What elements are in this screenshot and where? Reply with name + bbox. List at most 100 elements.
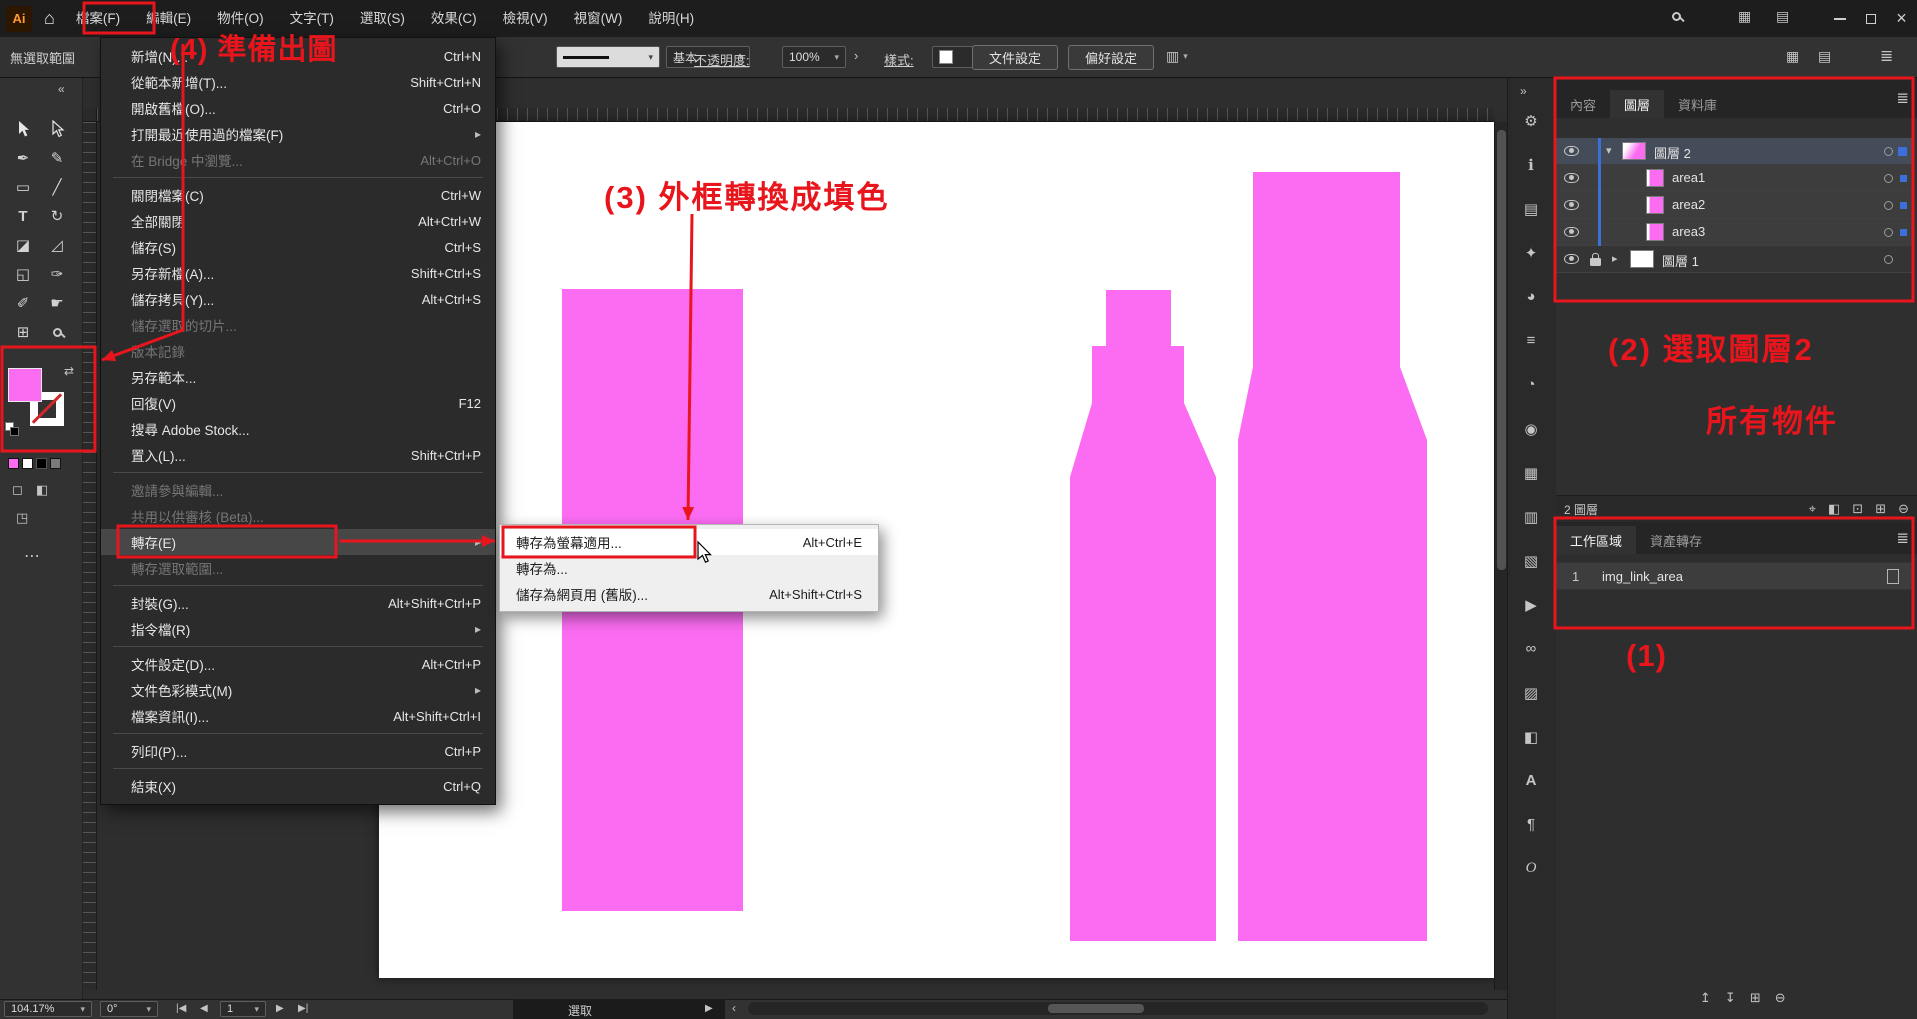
eraser-tool[interactable]: ◪ xyxy=(8,232,38,258)
menu-item-export[interactable]: 轉存(E)▸ xyxy=(101,529,495,555)
menubar-item-select[interactable]: 選取(S) xyxy=(347,0,418,37)
draw-normal-mode-icon[interactable]: ◻ xyxy=(12,482,23,498)
submenu-item-export-as[interactable]: 轉存為... xyxy=(500,555,878,581)
arrange-documents-icon[interactable]: ▦ xyxy=(1738,8,1751,25)
preferences-button[interactable]: 偏好設定 xyxy=(1068,45,1154,70)
artboard-name[interactable]: img_link_area xyxy=(1602,569,1683,584)
grid-view-icon[interactable]: ▦ xyxy=(1786,48,1799,65)
menu-item-place[interactable]: 置入(L)...Shift+Ctrl+P xyxy=(101,442,495,468)
opacity-label[interactable]: 不透明度: xyxy=(694,50,750,69)
horizontal-scrollbar-thumb[interactable] xyxy=(1048,1004,1144,1013)
workspace-switcher-icon[interactable]: ▤ xyxy=(1776,8,1789,25)
ruler-corner[interactable] xyxy=(83,108,97,122)
panel-menu-icon[interactable]: ≣ xyxy=(1896,89,1909,107)
object-thumbnail[interactable] xyxy=(1646,169,1664,187)
shape-builder-tool[interactable]: ◱ xyxy=(8,261,38,287)
object-name[interactable]: area3 xyxy=(1672,224,1705,239)
menu-item-close-all[interactable]: 全部關閉Alt+Ctrl+W xyxy=(101,208,495,234)
artboards-icon[interactable]: ◧ xyxy=(1518,728,1544,746)
mini-swatch-magenta[interactable] xyxy=(8,458,19,469)
transparency-icon[interactable]: ◔ xyxy=(1518,376,1544,393)
visibility-eye-icon[interactable] xyxy=(1564,146,1579,156)
menu-item-save-a-copy[interactable]: 儲存拷貝(Y)...Alt+Ctrl+S xyxy=(101,286,495,312)
zoom-tool[interactable] xyxy=(42,319,72,345)
target-circle-icon[interactable] xyxy=(1884,201,1893,210)
selection-indicator[interactable] xyxy=(1900,202,1907,209)
gradient-icon[interactable]: ◉ xyxy=(1518,420,1544,438)
object-thumbnail[interactable] xyxy=(1646,223,1664,241)
previous-artboard-icon[interactable]: ◀ xyxy=(200,1003,208,1014)
edit-toolbar-icon[interactable]: ⋯ xyxy=(24,546,40,566)
visibility-eye-icon[interactable] xyxy=(1564,254,1579,264)
character-icon[interactable]: A xyxy=(1518,772,1544,789)
paintbrush-tool[interactable]: ✐ xyxy=(8,290,38,316)
align-panel-combo[interactable]: ▥ ▾ xyxy=(1166,48,1188,65)
target-circle-icon[interactable] xyxy=(1884,255,1893,264)
menu-item-print[interactable]: 列印(P)...Ctrl+P xyxy=(101,738,495,764)
layer-row-area2[interactable]: area2 xyxy=(1556,192,1913,219)
menu-item-save-as[interactable]: 另存新檔(A)...Shift+Ctrl+S xyxy=(101,260,495,286)
direct-selection-tool[interactable] xyxy=(42,116,72,142)
menubar-item-window[interactable]: 視窗(W) xyxy=(561,0,636,37)
home-icon[interactable]: ⌂ xyxy=(44,8,55,29)
status-collapse-icon[interactable]: ‹ xyxy=(732,1001,736,1015)
menu-item-document-setup[interactable]: 文件設定(D)...Alt+Ctrl+P xyxy=(101,651,495,677)
selection-indicator[interactable] xyxy=(1900,175,1907,182)
menu-item-file-info[interactable]: 檔案資訊(I)...Alt+Shift+Ctrl+I xyxy=(101,703,495,729)
menu-item-search-adobe-stock[interactable]: 搜尋 Adobe Stock... xyxy=(101,416,495,442)
menu-item-exit[interactable]: 結束(X)Ctrl+Q xyxy=(101,773,495,799)
menubar-item-help[interactable]: 說明(H) xyxy=(635,0,707,37)
screen-mode-icon[interactable]: ◳ xyxy=(16,510,28,526)
close-button[interactable]: × xyxy=(1886,0,1917,37)
artboard-row[interactable]: 1 img_link_area xyxy=(1556,562,1913,590)
object-name[interactable]: area1 xyxy=(1672,170,1705,185)
tab-libraries[interactable]: 資料庫 xyxy=(1664,90,1731,118)
gear-icon[interactable]: ⚙ xyxy=(1518,112,1544,130)
pencil-tool[interactable]: ✎ xyxy=(42,145,72,171)
tab-asset-export[interactable]: 資產轉存 xyxy=(1636,526,1716,554)
minimize-button[interactable] xyxy=(1824,0,1855,37)
menu-item-new-from-template[interactable]: 從範本新增(T)...Shift+Ctrl+N xyxy=(101,69,495,95)
object-thumbnail[interactable] xyxy=(1646,196,1664,214)
stroke-icon[interactable]: ≡ xyxy=(1518,332,1544,349)
delete-layer-icon[interactable]: ⊖ xyxy=(1898,501,1909,517)
menu-item-save[interactable]: 儲存(S)Ctrl+S xyxy=(101,234,495,260)
artboard-nav-combo[interactable]: 1 ▾ xyxy=(220,1001,266,1017)
menubar-item-file[interactable]: 檔案(F) xyxy=(63,0,133,37)
last-artboard-icon[interactable]: ▶| xyxy=(298,1003,308,1014)
layer-name[interactable]: 圖層 2 xyxy=(1654,143,1691,162)
delete-artboard-icon[interactable]: ⊖ xyxy=(1775,990,1786,1006)
fill-color-well[interactable] xyxy=(8,368,42,402)
symbols-icon[interactable]: ✦ xyxy=(1518,244,1544,262)
vertical-scrollbar[interactable] xyxy=(1494,122,1507,990)
disclosure-right-icon[interactable]: ▸ xyxy=(1612,252,1618,265)
visibility-eye-icon[interactable] xyxy=(1564,173,1579,183)
selection-tool[interactable] xyxy=(8,116,38,142)
next-artboard-icon[interactable]: ▶ xyxy=(276,1003,284,1014)
layer-row-layer1[interactable]: ▸ 圖層 1 xyxy=(1556,246,1913,273)
pink-bottle-small[interactable] xyxy=(1070,290,1216,941)
layer-thumbnail[interactable] xyxy=(1622,142,1646,160)
default-fill-stroke-icon[interactable] xyxy=(5,422,19,436)
collapse-toolbar-icon[interactable]: « xyxy=(58,82,65,96)
menu-item-scripts[interactable]: 指令檔(R)▸ xyxy=(101,616,495,642)
search-icon[interactable] xyxy=(1672,12,1681,21)
type-tool[interactable]: T xyxy=(8,203,38,229)
selection-indicator[interactable] xyxy=(1898,147,1907,156)
tab-artboards[interactable]: 工作區域 xyxy=(1556,526,1636,554)
layout-view-icon[interactable]: ▤ xyxy=(1818,48,1831,65)
target-circle-icon[interactable] xyxy=(1884,228,1893,237)
swap-fill-stroke-icon[interactable]: ⇄ xyxy=(64,364,74,378)
vertical-scrollbar-thumb[interactable] xyxy=(1497,130,1506,570)
rotate-tool[interactable]: ↻ xyxy=(42,203,72,229)
zoom-combo[interactable]: 104.17% ▾ xyxy=(4,1001,92,1017)
visibility-eye-icon[interactable] xyxy=(1564,227,1579,237)
new-layer-icon[interactable]: ⊞ xyxy=(1875,501,1886,517)
links-icon[interactable]: ∞ xyxy=(1518,640,1544,657)
menu-item-document-color-mode[interactable]: 文件色彩模式(M)▸ xyxy=(101,677,495,703)
submenu-item-export-for-screens[interactable]: 轉存為螢幕適用... Alt+Ctrl+E xyxy=(500,529,878,555)
graphic-styles-icon[interactable]: ▧ xyxy=(1518,552,1544,570)
eyedropper-tool[interactable]: ✑ xyxy=(42,261,72,287)
swatches-icon[interactable]: ▦ xyxy=(1518,464,1544,482)
opacity-combo[interactable]: 100% ▾ xyxy=(782,46,846,68)
